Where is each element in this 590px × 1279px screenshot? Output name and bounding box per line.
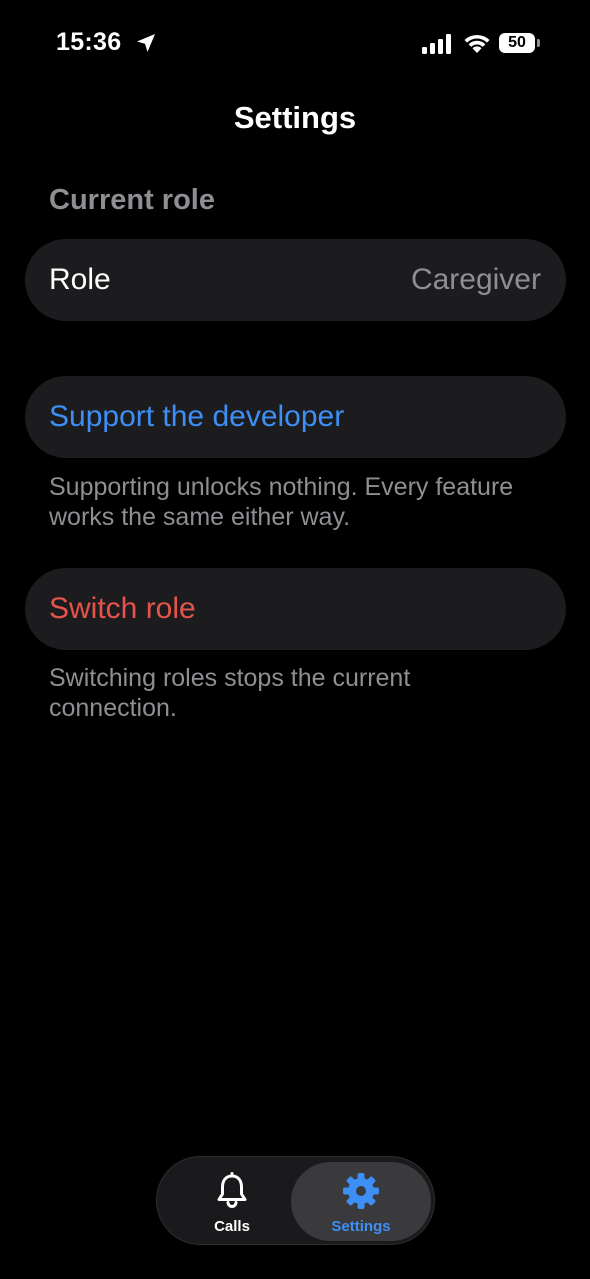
tab-calls[interactable]: Calls (167, 1162, 297, 1241)
gear-icon (343, 1173, 379, 1209)
cellular-signal-icon (422, 34, 451, 54)
battery-icon: 50 (499, 33, 535, 53)
wifi-icon (464, 34, 490, 53)
tab-calls-label: Calls (214, 1218, 250, 1235)
switch-role-footnote: Switching roles stops the current connec… (49, 664, 411, 722)
support-developer-button[interactable]: Support the developer (25, 376, 566, 458)
location-arrow-icon (137, 34, 155, 52)
role-row-value: Caregiver (410, 263, 541, 296)
support-developer-label: Support the developer (49, 400, 345, 433)
section-header-current-role: Current role (49, 184, 215, 216)
tab-settings-label: Settings (331, 1218, 391, 1235)
tab-settings[interactable]: Settings (291, 1162, 431, 1241)
bell-icon (217, 1172, 247, 1208)
role-row: Role Caregiver (25, 239, 566, 321)
page-title: Settings (233, 100, 357, 135)
support-footnote: Supporting unlocks nothing. Every featur… (49, 473, 514, 531)
status-time: 15:36 (56, 28, 122, 56)
switch-role-button[interactable]: Switch role (25, 568, 566, 650)
status-bar: 15:36 50 (0, 0, 590, 88)
role-row-label: Role (49, 263, 111, 296)
battery-cap (537, 39, 540, 47)
switch-role-label: Switch role (49, 592, 196, 625)
battery-level: 50 (508, 34, 526, 51)
tab-bar: Calls Settings (156, 1156, 435, 1245)
